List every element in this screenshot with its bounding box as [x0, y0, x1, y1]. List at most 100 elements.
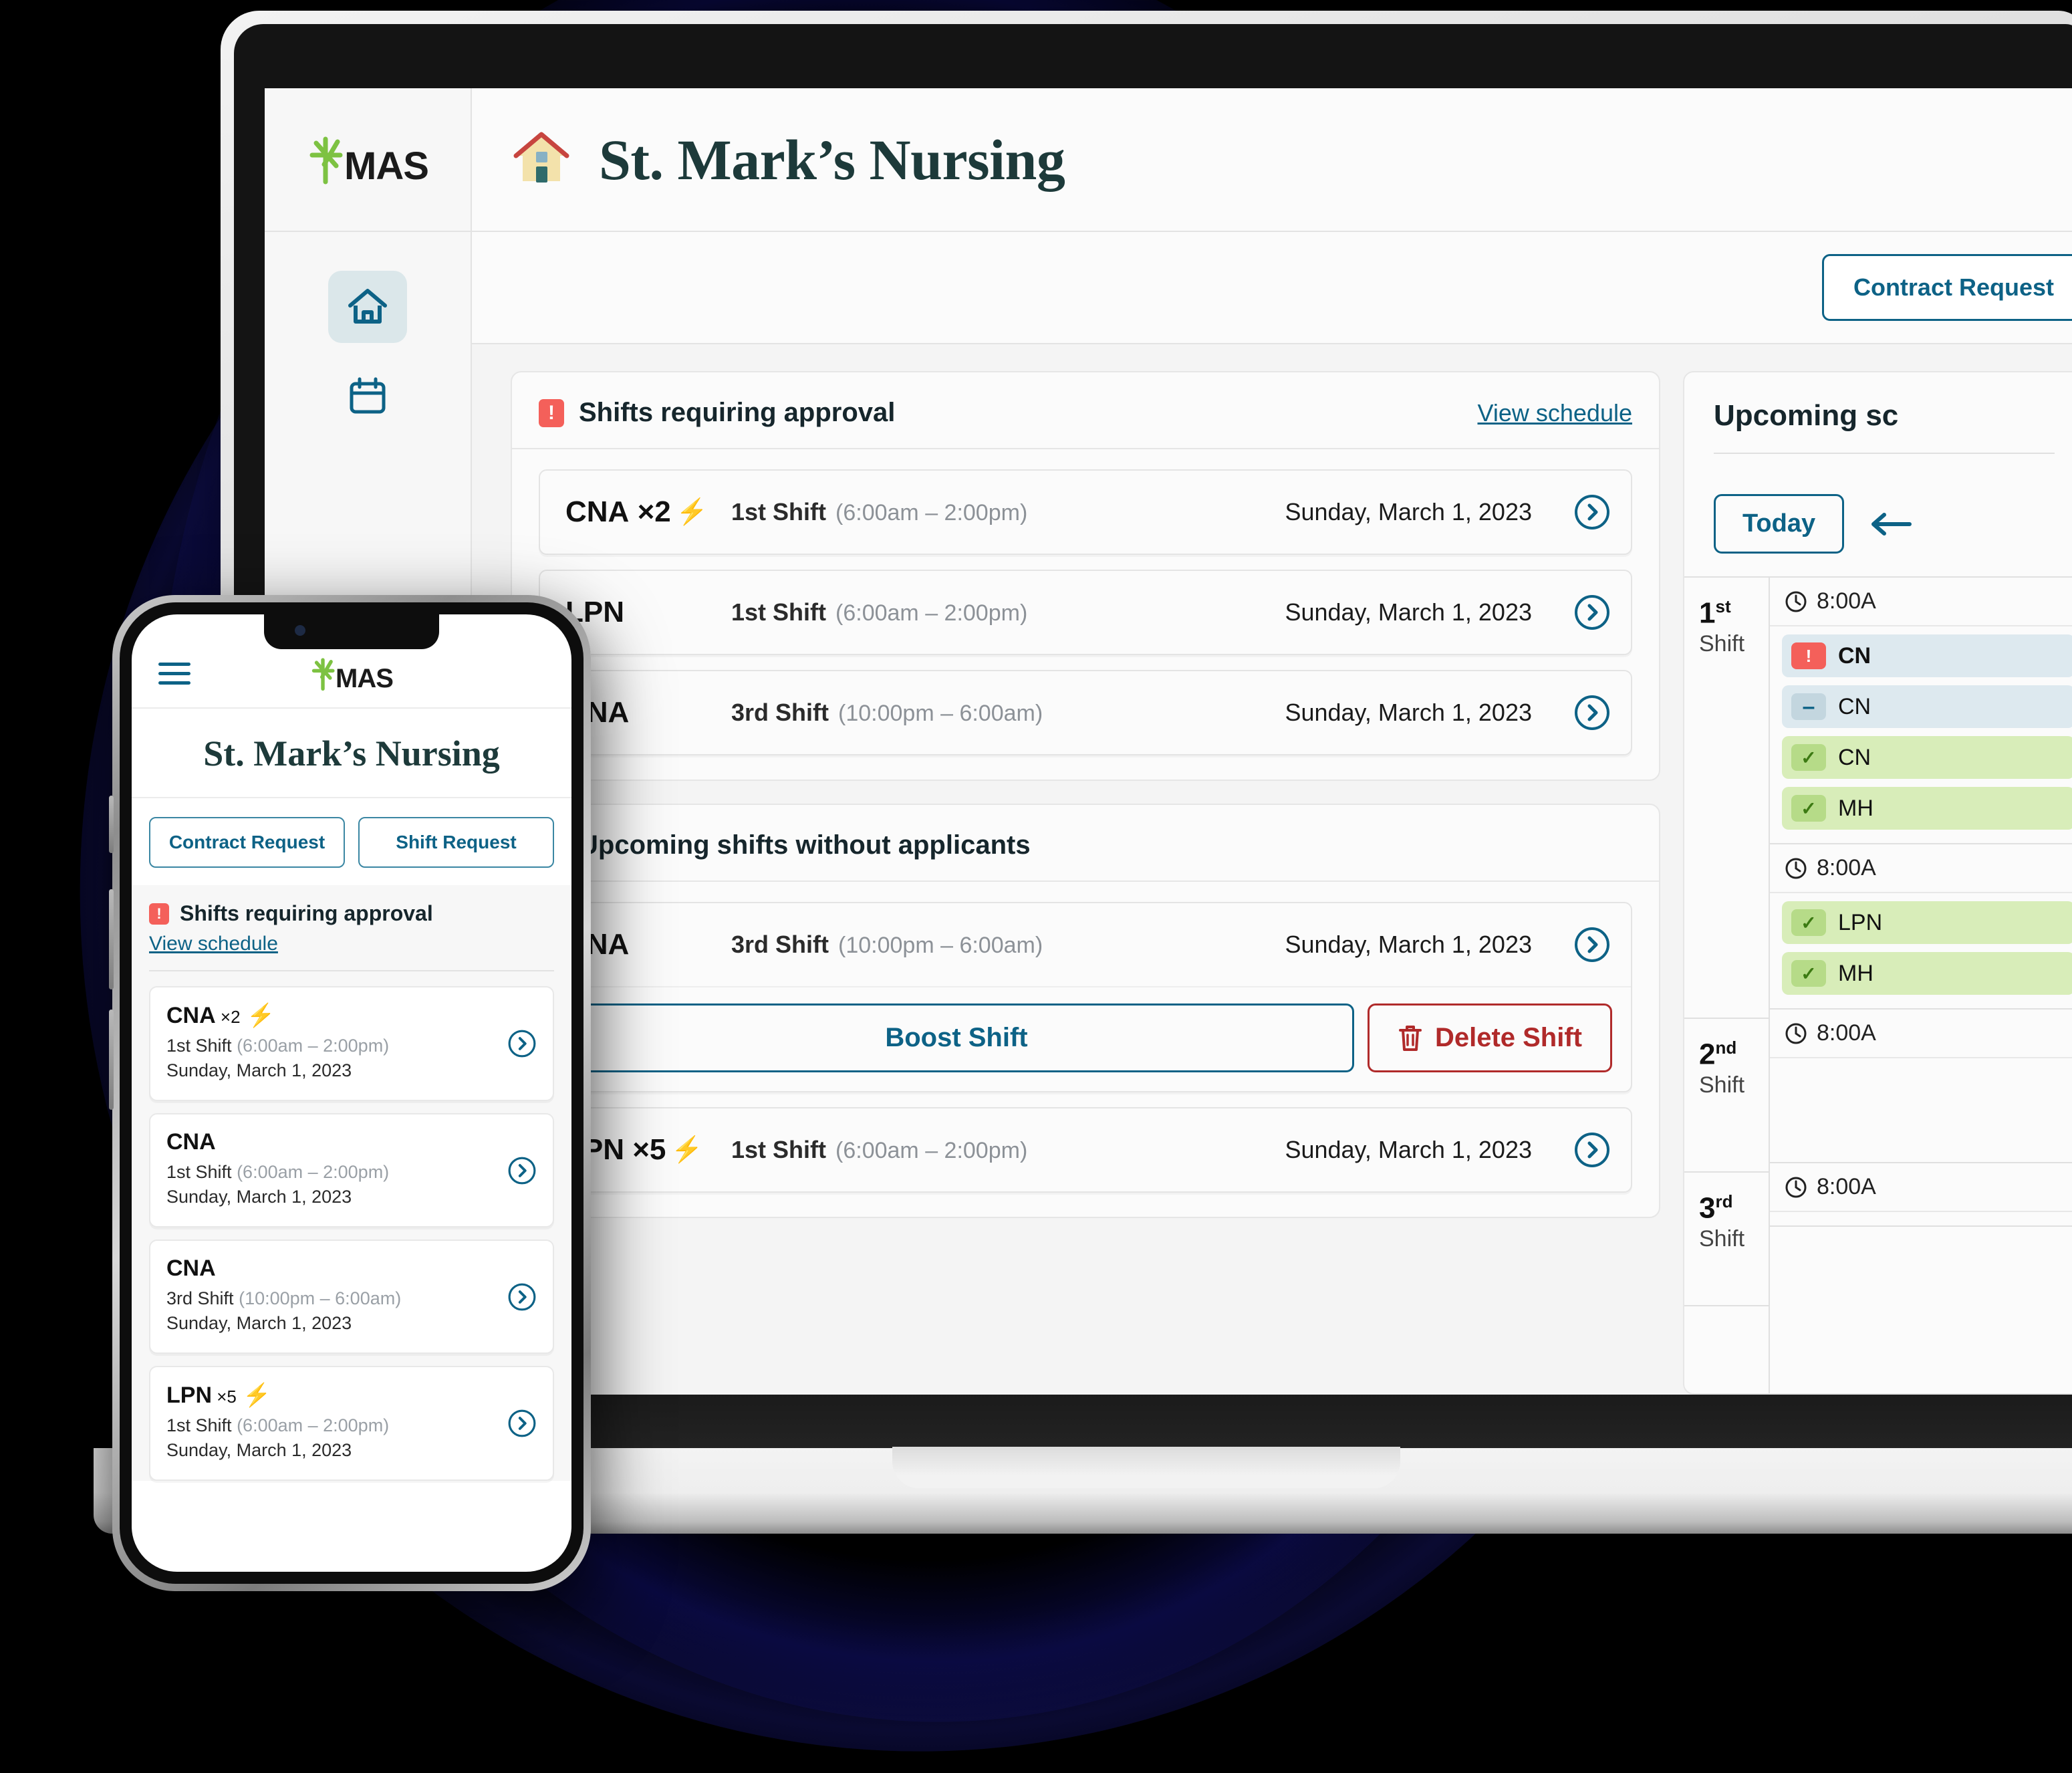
check-icon: ✓ — [1791, 795, 1826, 822]
entry-label: MH — [1838, 960, 1873, 986]
chevron-right-icon[interactable] — [1573, 694, 1611, 731]
section-header: ! Shifts requiring approval — [149, 901, 554, 926]
schedule-grid: 1st Shift 2nd Shift 3rd Shift 8:00A ! CN… — [1684, 576, 2072, 1393]
phone-volume-up-button[interactable] — [109, 889, 114, 989]
shift-request-button[interactable]: Shift Request — [358, 817, 554, 868]
prev-week-arrow-icon[interactable] — [1867, 508, 1915, 540]
alert-icon: ! — [1791, 642, 1826, 669]
contract-request-button[interactable]: Contract Request — [149, 817, 345, 868]
shift-time: (6:00am – 2:00pm) — [835, 600, 1028, 626]
check-icon: ✓ — [1791, 744, 1826, 771]
schedule-slot: 8:00A ! CN – CN ✓ CN ✓ MH — [1770, 578, 2072, 844]
panel-title: Upcoming shifts without applicants — [579, 830, 1031, 860]
alert-icon: ! — [149, 903, 169, 925]
clock-icon — [1785, 858, 1807, 878]
schedule-header: Upcoming sc — [1684, 372, 2072, 474]
chevron-right-icon[interactable] — [507, 1409, 537, 1438]
phone-device: MAS St. Mark’s Nursing Contract Request … — [109, 595, 591, 1591]
panel-body: CNA ×2 ⚡ 1st Shift (6:00am – 2:00pm) Sun… — [512, 449, 1659, 780]
shift-time: (6:00am – 2:00pm) — [835, 500, 1028, 525]
list-item[interactable]: CNA 1st Shift (6:00am – 2:00pm) Sunday, … — [149, 1113, 554, 1227]
chevron-right-icon[interactable] — [1573, 926, 1611, 963]
slot-time: 8:00A — [1770, 1163, 2072, 1212]
role-label: CNA — [166, 1129, 216, 1155]
schedule-controls: Today — [1684, 474, 2072, 576]
chevron-right-icon[interactable] — [507, 1029, 537, 1058]
shift-line: 1st Shift (6:00am – 2:00pm) — [166, 1162, 390, 1182]
phone-mute-button[interactable] — [109, 796, 114, 853]
schedule-entry[interactable]: ✓ LPN — [1782, 901, 2072, 944]
shift-date: Sunday, March 1, 2023 — [1285, 1136, 1532, 1163]
delete-shift-button[interactable]: Delete Shift — [1367, 1003, 1612, 1072]
chevron-right-icon[interactable] — [1573, 594, 1611, 631]
chevron-right-icon[interactable] — [1573, 493, 1611, 531]
alert-icon: ! — [539, 398, 564, 427]
chevron-right-icon[interactable] — [507, 1156, 537, 1185]
section-title: Shifts requiring approval — [180, 901, 433, 925]
menu-icon[interactable] — [158, 663, 190, 685]
schedule-slot: 8:00A ✓ LPN ✓ MH — [1770, 844, 2072, 1010]
shift-date: Sunday, March 1, 2023 — [166, 1187, 352, 1207]
schedule-title: Upcoming sc — [1714, 399, 1899, 432]
shift-time: (10:00pm – 6:00am) — [838, 933, 1043, 958]
shift-card[interactable]: CNA 3rd Shift (10:00pm – 6:00am) Sunday,… — [539, 670, 1632, 755]
clock-icon — [1785, 1023, 1807, 1044]
entry-label: CN — [1838, 693, 1871, 719]
schedule-slot-column: 8:00A ! CN – CN ✓ CN ✓ MH 8:00A ✓ LPN ✓ … — [1770, 578, 2072, 1393]
schedule-entry[interactable]: ✓ CN — [1782, 736, 2072, 779]
chevron-right-icon[interactable] — [507, 1282, 537, 1312]
screenshot-canvas: MAS St. Mark’s Nursing Contract Request … — [0, 0, 2072, 1773]
page-title: St. Mark’s Nursing — [203, 733, 500, 774]
schedule-entry[interactable]: ! CN — [1782, 634, 2072, 677]
view-schedule-link[interactable]: View schedule — [149, 933, 554, 955]
boost-shift-button[interactable]: Boost Shift — [559, 1003, 1354, 1072]
sidebar-item-calendar[interactable] — [328, 360, 407, 433]
shift-card[interactable]: CNA 3rd Shift (10:00pm – 6:00am) Sunday,… — [539, 902, 1632, 1092]
boost-icon: ⚡ — [676, 498, 708, 526]
page-title: St. Mark’s Nursing — [599, 127, 1065, 192]
role-count: ×5 — [632, 1133, 666, 1166]
shift-date: Sunday, March 1, 2023 — [1285, 598, 1532, 626]
dash-icon: – — [1791, 693, 1826, 720]
today-button[interactable]: Today — [1714, 494, 1845, 554]
view-schedule-link[interactable]: View schedule — [1478, 399, 1633, 427]
main-content: St. Mark’s Nursing Contract Request ! Sh… — [472, 88, 2072, 1395]
shift-word: Shift — [1699, 1225, 1745, 1252]
mas-logo: MAS — [307, 135, 429, 189]
shift-ordinal: 1st — [1699, 596, 1731, 630]
schedule-entry[interactable]: ✓ MH — [1782, 787, 2072, 830]
shift-date: Sunday, March 1, 2023 — [1285, 498, 1532, 525]
mobile-action-row: Contract Request Shift Request — [132, 798, 571, 885]
shift-card[interactable]: LPN 1st Shift (6:00am – 2:00pm) Sunday, … — [539, 570, 1632, 655]
chevron-right-icon[interactable] — [1573, 1131, 1611, 1169]
mobile-approval-section: ! Shifts requiring approval View schedul… — [132, 885, 571, 1481]
mas-wordmark: MAS — [344, 144, 429, 189]
laptop-bezel-top — [234, 24, 2072, 88]
boost-icon: ⚡ — [671, 1136, 703, 1164]
boost-icon: ⚡ — [243, 1383, 271, 1408]
contract-request-button[interactable]: Contract Request — [1821, 254, 2072, 321]
schedule-entry[interactable]: – CN — [1782, 685, 2072, 728]
laptop-base-notch — [892, 1447, 1400, 1488]
divider — [1714, 453, 2055, 454]
shift-card[interactable]: CNA ×2 ⚡ 1st Shift (6:00am – 2:00pm) Sun… — [539, 469, 1632, 555]
shift-card[interactable]: LPN ×5 ⚡ 1st Shift (6:00am – 2:00pm) Sun… — [539, 1107, 1632, 1193]
list-item[interactable]: CNA 3rd Shift (10:00pm – 6:00am) Sunday,… — [149, 1239, 554, 1354]
check-icon: ✓ — [1791, 909, 1826, 936]
panel-title: Shifts requiring approval — [579, 398, 896, 427]
sidebar-item-home[interactable] — [328, 271, 407, 343]
mas-starburst-icon — [309, 136, 343, 184]
phone-volume-down-button[interactable] — [109, 1010, 114, 1110]
shift-name: 3rd Shift — [731, 931, 829, 958]
list-item[interactable]: CNA ×2 ⚡ 1st Shift (6:00am – 2:00pm) Sun… — [149, 986, 554, 1101]
schedule-entry[interactable]: ✓ MH — [1782, 952, 2072, 995]
shift-word: Shift — [1699, 630, 1745, 657]
shift-time: (6:00am – 2:00pm) — [835, 1138, 1028, 1163]
phone-notch — [264, 614, 439, 649]
shift-line: 1st Shift (6:00am – 2:00pm) — [166, 1415, 390, 1435]
sidebar-logo: MAS — [265, 88, 471, 232]
shift-date: Sunday, March 1, 2023 — [1285, 699, 1532, 726]
shift-word: Shift — [1699, 1072, 1745, 1098]
list-item[interactable]: LPN ×5 ⚡ 1st Shift (6:00am – 2:00pm) Sun… — [149, 1366, 554, 1481]
shift-group-label: 1st Shift — [1684, 578, 1769, 1019]
